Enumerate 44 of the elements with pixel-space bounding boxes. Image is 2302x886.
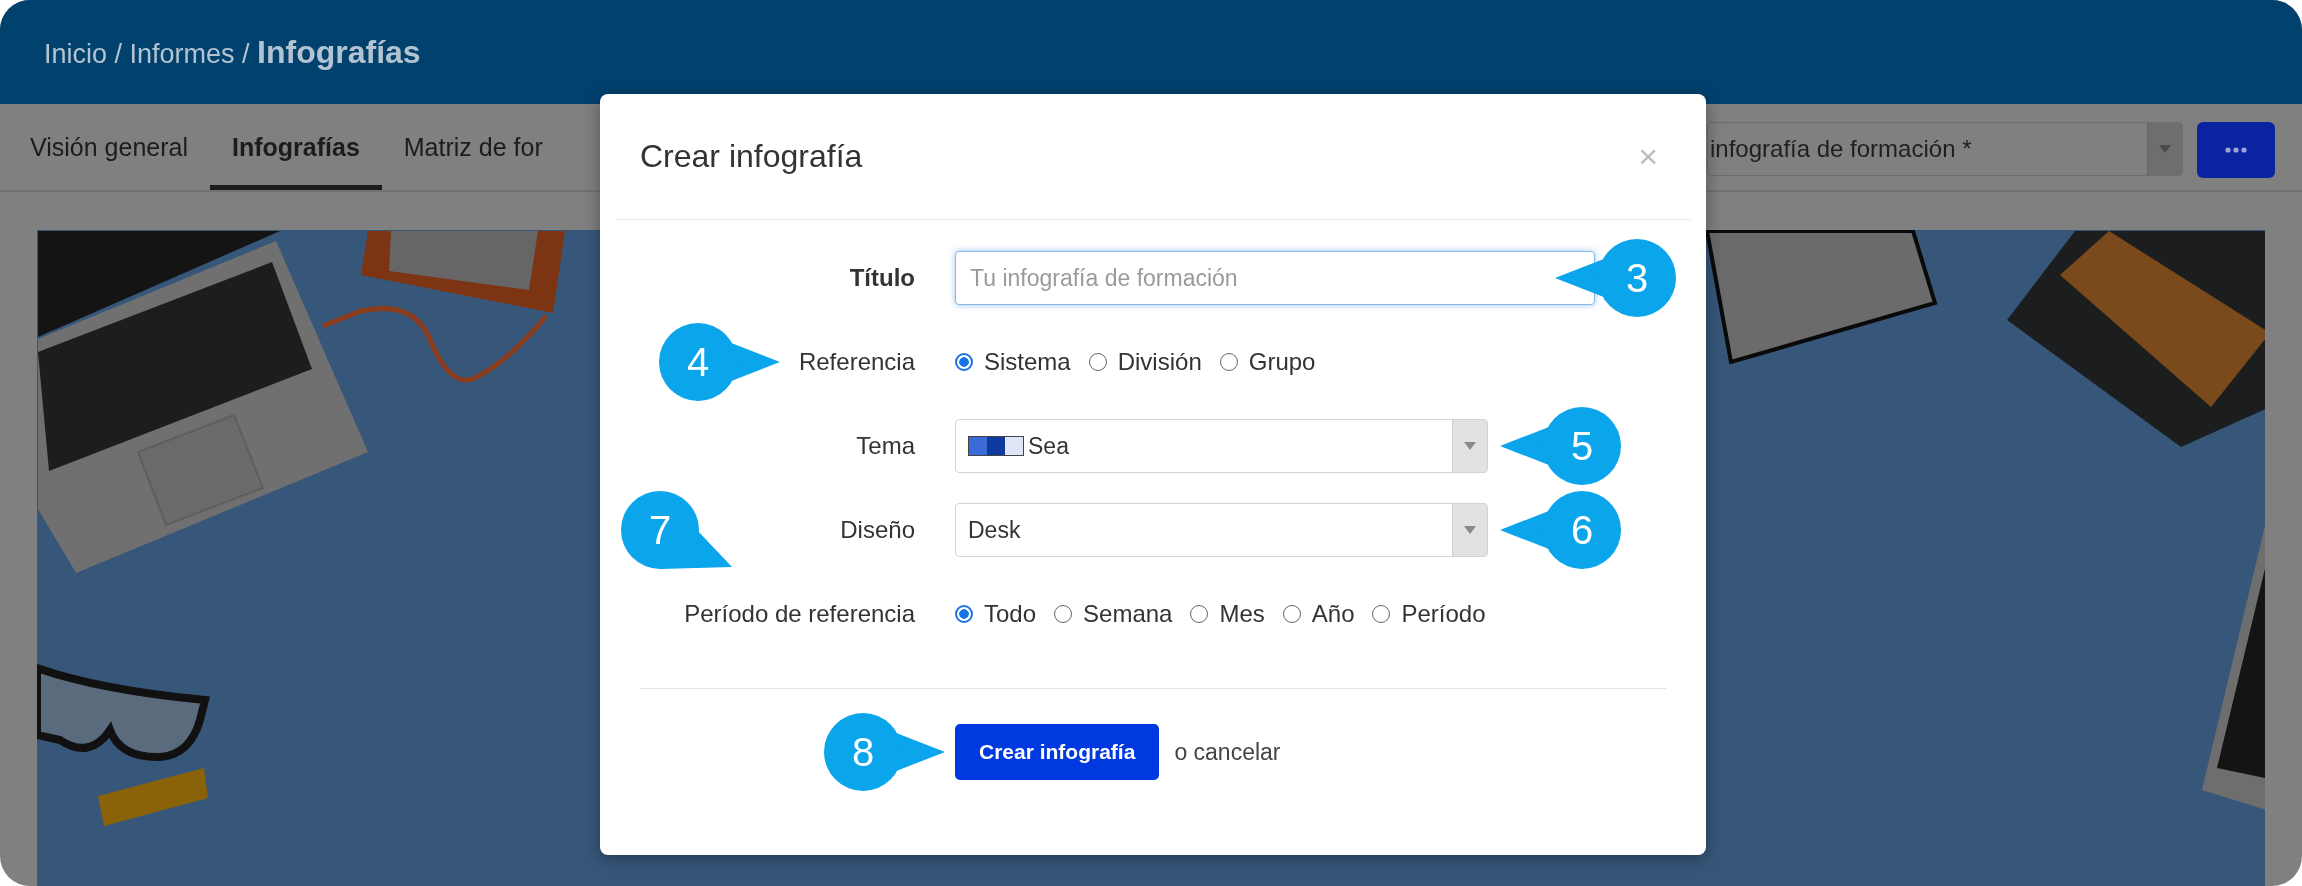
radio-label: Año bbox=[1311, 600, 1355, 628]
caret-icon bbox=[2159, 145, 2171, 153]
radio-label: Todo bbox=[984, 600, 1037, 628]
field-label: Título bbox=[849, 264, 915, 292]
radio-option[interactable]: Año bbox=[1282, 600, 1355, 628]
radio-button[interactable] bbox=[1190, 605, 1209, 623]
dropdown-field[interactable]: Desk bbox=[955, 503, 1488, 557]
tab[interactable]: Infografías bbox=[210, 104, 382, 190]
radio-button[interactable] bbox=[955, 605, 973, 623]
radio-option[interactable]: Grupo bbox=[1219, 348, 1316, 376]
template-dropdown[interactable]: infografía de formación * bbox=[1707, 122, 2183, 176]
field-label: Tema bbox=[856, 432, 915, 460]
radio-label: Mes bbox=[1219, 600, 1265, 628]
radio-label: Sistema bbox=[984, 348, 1071, 376]
radio-button[interactable] bbox=[1372, 605, 1391, 623]
caret-icon bbox=[1464, 526, 1476, 534]
radio-label: Semana bbox=[1083, 600, 1173, 628]
radio-option[interactable]: División bbox=[1088, 348, 1202, 376]
tab[interactable]: Matriz de for bbox=[381, 104, 565, 190]
tab[interactable]: Visión general bbox=[8, 104, 210, 190]
create-button[interactable]: Crear infografía bbox=[955, 724, 1160, 780]
radio-label: Grupo bbox=[1248, 348, 1316, 376]
radio-button[interactable] bbox=[1088, 353, 1107, 371]
radio-button[interactable] bbox=[1054, 605, 1073, 623]
radio-option[interactable]: Período bbox=[1372, 600, 1486, 628]
radio-option[interactable]: Todo bbox=[955, 600, 1037, 628]
dialog-title: Crear infografía bbox=[640, 138, 863, 175]
ellipsis-icon bbox=[2225, 147, 2247, 153]
dropdown-field[interactable]: Sea bbox=[955, 419, 1488, 473]
caret-icon bbox=[1464, 442, 1476, 450]
radio-button[interactable] bbox=[1219, 353, 1238, 371]
radio-label: Período bbox=[1401, 600, 1486, 628]
field-label: Referencia bbox=[798, 348, 915, 376]
cancel-link[interactable]: o cancelar bbox=[1174, 738, 1281, 766]
field-label: Diseño bbox=[840, 516, 915, 544]
radio-option[interactable]: Semana bbox=[1054, 600, 1173, 628]
radio-option[interactable]: Mes bbox=[1190, 600, 1265, 628]
radio-button[interactable] bbox=[955, 353, 973, 371]
field-label: Período de referencia bbox=[684, 600, 915, 628]
radio-label: División bbox=[1117, 348, 1202, 376]
breadcrumb: Inicio / Informes / Infografías bbox=[44, 33, 421, 71]
radio-option[interactable]: Sistema bbox=[955, 348, 1071, 376]
title-field[interactable]: Tu infografía de formación bbox=[955, 251, 1595, 305]
radio-button[interactable] bbox=[1282, 605, 1301, 623]
